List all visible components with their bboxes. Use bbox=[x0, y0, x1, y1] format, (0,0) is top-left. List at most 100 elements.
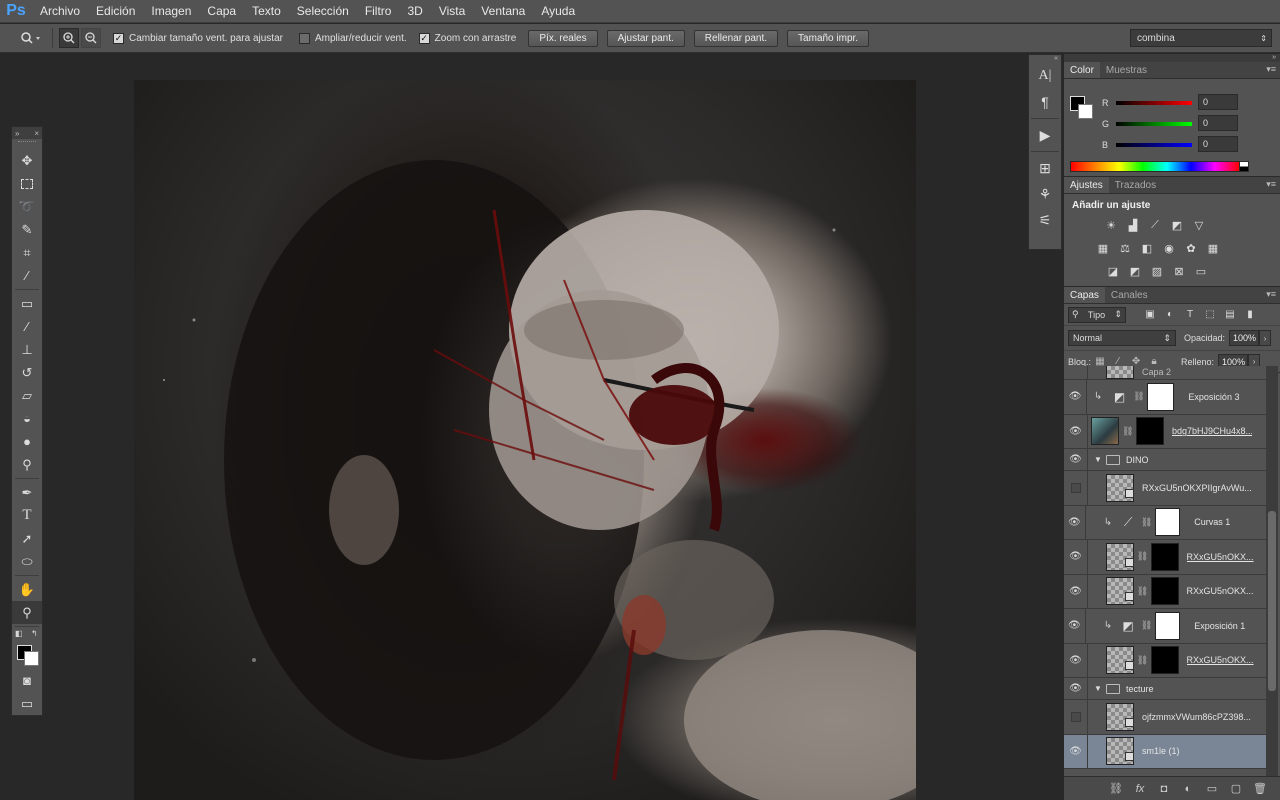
properties-panel-button[interactable]: ⚟ bbox=[1029, 207, 1061, 233]
layer-name[interactable]: RXxGU5nOKX... bbox=[1187, 586, 1266, 596]
menu-edicion[interactable]: Edición bbox=[88, 0, 143, 23]
channel-mixer-button[interactable]: ✿ bbox=[1180, 240, 1202, 256]
layer-name[interactable]: DINO bbox=[1126, 455, 1206, 465]
visibility-toggle[interactable]: 👁︎ bbox=[1064, 414, 1088, 448]
layer-row[interactable]: RXxGU5nOKXPIIgrAvWu... bbox=[1064, 471, 1266, 506]
move-tool[interactable]: ✥ bbox=[12, 149, 42, 172]
filter-pixel-icon[interactable]: ▣ bbox=[1140, 309, 1160, 320]
quick-selection-tool[interactable]: ✎ bbox=[12, 218, 42, 241]
posterize-button[interactable]: ◩ bbox=[1124, 263, 1146, 279]
expand-arrow-icon[interactable]: ▼ bbox=[1092, 684, 1104, 693]
layer-row[interactable]: Capa 2 bbox=[1064, 366, 1266, 380]
dodge-tool[interactable]: ⚲ bbox=[12, 453, 42, 476]
layer-mask-thumbnail[interactable] bbox=[1147, 382, 1175, 411]
layer-kind-filter[interactable]: ⚲ Tipo ⇕ bbox=[1068, 306, 1126, 323]
path-selection-tool[interactable]: ➚ bbox=[12, 527, 42, 550]
vibrance-button[interactable]: ▽ bbox=[1188, 217, 1210, 233]
layer-row[interactable]: ojfzmmxVWum86cPZ398... bbox=[1064, 700, 1266, 735]
add-mask-icon[interactable]: ◘ bbox=[1152, 783, 1176, 795]
visibility-toggle[interactable] bbox=[1064, 366, 1088, 379]
green-slider[interactable] bbox=[1116, 122, 1192, 126]
menu-ayuda[interactable]: Ayuda bbox=[533, 0, 583, 23]
menu-vista[interactable]: Vista bbox=[431, 0, 473, 23]
layer-row[interactable]: 👁︎ ⛓︎ RXxGU5nOKX... bbox=[1064, 540, 1266, 575]
selective-color-button[interactable]: ⊠ bbox=[1168, 263, 1190, 279]
default-colors-icon[interactable]: ◧ bbox=[15, 629, 23, 638]
color-balance-button[interactable]: ⚖ bbox=[1114, 240, 1136, 256]
layer-mask-thumbnail[interactable] bbox=[1150, 577, 1179, 606]
black-white-button[interactable]: ◧ bbox=[1136, 240, 1158, 256]
visibility-toggle[interactable]: 👁︎ bbox=[1064, 380, 1088, 414]
paint-bucket-tool[interactable]: ◒ bbox=[12, 407, 42, 430]
tab-paths[interactable]: Trazados bbox=[1109, 177, 1162, 193]
menu-texto[interactable]: Texto bbox=[244, 0, 289, 23]
layer-name[interactable]: Exposición 1 bbox=[1194, 621, 1266, 631]
visibility-toggle[interactable] bbox=[1064, 471, 1088, 505]
exposure-button[interactable]: ◩ bbox=[1166, 217, 1188, 233]
layer-mask-thumbnail[interactable] bbox=[1150, 542, 1179, 571]
background-color-swatch[interactable] bbox=[1078, 104, 1093, 119]
link-icon[interactable]: ⛓︎ bbox=[1133, 391, 1144, 402]
filter-smart-object-icon[interactable]: ▤ bbox=[1220, 309, 1240, 320]
history-brush-tool[interactable]: ↺ bbox=[12, 361, 42, 384]
marquee-tool[interactable] bbox=[12, 172, 42, 195]
visibility-toggle[interactable] bbox=[1064, 700, 1088, 734]
document-image[interactable] bbox=[134, 80, 916, 800]
actual-pixels-button[interactable]: Píx. reales bbox=[528, 29, 598, 47]
black-white-ramp[interactable] bbox=[1239, 161, 1249, 172]
menu-3d[interactable]: 3D bbox=[399, 0, 430, 23]
new-group-icon[interactable]: ▭ bbox=[1200, 782, 1224, 795]
menu-seleccion[interactable]: Selección bbox=[289, 0, 357, 23]
layer-row[interactable]: 👁︎ ⛓︎ bdg7bHJ9CHu4x8... bbox=[1064, 414, 1266, 449]
tool-preset-picker[interactable] bbox=[14, 27, 48, 49]
tool-presets-panel-button[interactable]: ⊞ bbox=[1029, 155, 1061, 181]
layer-name[interactable]: Exposición 3 bbox=[1188, 392, 1266, 402]
pen-tool[interactable]: ✒ bbox=[12, 481, 42, 504]
layer-name[interactable]: RXxGU5nOKXPIIgrAvWu... bbox=[1142, 483, 1262, 493]
fx-icon[interactable]: fx bbox=[1128, 783, 1152, 795]
type-tool[interactable]: T bbox=[12, 504, 42, 527]
red-slider[interactable] bbox=[1116, 101, 1192, 105]
tab-adjustments[interactable]: Ajustes bbox=[1064, 177, 1109, 193]
expand-arrow-icon[interactable]: ▼ bbox=[1092, 455, 1104, 464]
expand-icon[interactable]: » bbox=[15, 129, 19, 138]
filter-adjustment-icon[interactable]: ◐ bbox=[1160, 309, 1180, 320]
swap-colors-icon[interactable]: ↰ bbox=[31, 629, 38, 638]
checkbox-box[interactable] bbox=[298, 32, 310, 44]
layer-mask-thumbnail[interactable] bbox=[1136, 417, 1164, 446]
tab-swatches[interactable]: Muestras bbox=[1100, 62, 1153, 78]
brush-presets-panel-button[interactable]: ⚘ bbox=[1029, 181, 1061, 207]
layers-scroll-thumb[interactable] bbox=[1268, 511, 1276, 691]
link-icon[interactable]: ⛓︎ bbox=[1137, 551, 1148, 562]
tab-layers[interactable]: Capas bbox=[1064, 287, 1105, 303]
link-icon[interactable]: ⛓︎ bbox=[1122, 426, 1133, 437]
threshold-button[interactable]: ▨ bbox=[1146, 263, 1168, 279]
actions-panel-button[interactable]: ▶ bbox=[1029, 122, 1061, 148]
zoom-all-windows-checkbox[interactable]: Ampliar/reducir vent. bbox=[298, 32, 407, 44]
resize-windows-checkbox[interactable]: ✓ Cambiar tamaño vent. para ajustar bbox=[113, 32, 283, 44]
new-layer-icon[interactable]: ▢ bbox=[1224, 782, 1248, 795]
color-swatches[interactable]: ◧ ↰ bbox=[12, 629, 42, 667]
fill-screen-button[interactable]: Rellenar pant. bbox=[693, 29, 779, 47]
visibility-toggle[interactable]: 👁︎ bbox=[1064, 449, 1088, 470]
blue-slider[interactable] bbox=[1116, 143, 1192, 147]
panel-menu-icon[interactable]: ▾≡ bbox=[1266, 179, 1276, 190]
layer-name[interactable]: Curvas 1 bbox=[1194, 517, 1266, 527]
visibility-toggle[interactable]: 👁︎ bbox=[1064, 643, 1088, 677]
healing-brush-tool[interactable]: ▭ bbox=[12, 292, 42, 315]
color-lookup-button[interactable]: ▦ bbox=[1202, 240, 1224, 256]
invert-button[interactable]: ◪ bbox=[1102, 263, 1124, 279]
fit-screen-button[interactable]: Ajustar pant. bbox=[606, 29, 685, 47]
tab-channels[interactable]: Canales bbox=[1105, 287, 1154, 303]
panel-menu-icon[interactable]: ▾≡ bbox=[1266, 64, 1276, 75]
layer-name[interactable]: tecture bbox=[1126, 684, 1206, 694]
hue-saturation-button[interactable]: ▦ bbox=[1092, 240, 1114, 256]
character-panel-button[interactable]: A| bbox=[1029, 63, 1061, 89]
gradient-map-button[interactable]: ▭ bbox=[1190, 263, 1212, 279]
visibility-toggle[interactable]: 👁︎ bbox=[1064, 574, 1088, 608]
quick-mask-tool[interactable]: ◙ bbox=[12, 669, 42, 692]
layer-mask-thumbnail[interactable] bbox=[1150, 646, 1179, 675]
lasso-tool[interactable]: ➰ bbox=[12, 195, 42, 218]
zoom-out-button[interactable] bbox=[81, 28, 101, 48]
opacity-input[interactable]: 100% bbox=[1229, 330, 1260, 346]
